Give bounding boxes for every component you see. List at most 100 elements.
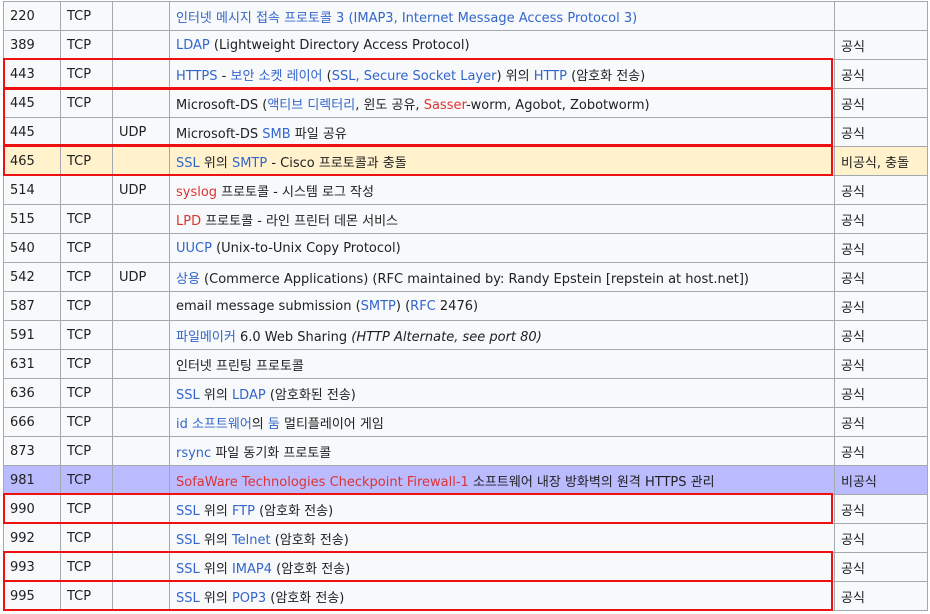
status-cell [834,1,928,31]
wiki-link[interactable]: HTTP [534,69,567,84]
port-cell: 591 [3,320,61,350]
description-text: Microsoft-DS ( [176,97,268,113]
udp-cell [112,233,170,263]
status-cell: 공식 [834,349,928,379]
tcp-cell: TCP [60,146,113,176]
table-row: 666 TCP id 소프트웨어의 둠 멀티플레이어 게임 공식 [3,407,928,437]
port-cell: 636 [3,378,61,408]
status-cell: 공식 [834,407,928,437]
wiki-link[interactable]: SMB [262,127,290,142]
description-cell: SSL 위의 LDAP (암호화된 전송) [169,378,835,408]
description-text: 프로토콜 - 라인 프린터 데몬 서비스 [201,213,399,229]
port-cell: 993 [3,552,61,582]
wiki-link[interactable]: 보안 소켓 레이어 [231,69,323,84]
tcp-cell: TCP [60,523,113,553]
status-cell: 공식 [834,581,928,611]
table-row: 993 TCP SSL 위의 IMAP4 (암호화 전송) 공식 [3,552,928,582]
description-cell: SSL 위의 FTP (암호화 전송) [169,494,835,524]
tcp-cell: TCP [60,465,113,495]
description-text: ) 위의 [496,68,534,84]
wiki-link[interactable]: IMAP4 [232,562,272,577]
udp-cell [112,465,170,495]
description-cell: LDAP (Lightweight Directory Access Proto… [169,30,835,60]
udp-cell [112,407,170,437]
table-row: 540 TCP UUCP (Unix-to-Unix Copy Protocol) 공… [3,233,928,263]
table-row: 443 TCP HTTPS - 보안 소켓 레이어 (SSL, Secure Soc… [3,59,928,89]
tcp-cell: TCP [60,291,113,321]
status-cell: 공식 [834,291,928,321]
description-cell: HTTPS - 보안 소켓 레이어 (SSL, Secure Socket La… [169,59,835,89]
description-text: (암호화 전송) [567,68,646,84]
description-cell: LPD 프로토콜 - 라인 프린터 데몬 서비스 [169,204,835,234]
wiki-link[interactable]: LPD [176,214,201,229]
wiki-link[interactable]: Sasser [424,98,466,113]
wiki-link[interactable]: SSL [176,388,200,403]
wiki-link[interactable]: syslog [176,185,217,200]
wiki-link[interactable]: Telnet [232,533,271,548]
description-text: email message submission ( [176,298,361,314]
description-text: , 윈도 공유, [355,97,424,113]
wiki-link[interactable]: UUCP [176,241,212,256]
description-text: - Cisco 프로토콜과 충돌 [267,155,407,171]
wiki-link[interactable]: HTTPS [176,69,218,84]
wiki-link[interactable]: SofaWare Technologies Checkpoint Firewal… [176,475,469,490]
description-cell: 파일메이커 6.0 Web Sharing (HTTP Alternate, s… [169,320,835,350]
description-text: (암호화 전송) [266,590,345,606]
port-cell: 666 [3,407,61,437]
description-text: 인터넷 프린팅 프로토콜 [176,358,304,374]
wiki-link[interactable]: rsync [176,446,211,461]
description-text: 파일 동기화 프로토콜 [211,445,332,461]
description-text: 의 [251,416,268,432]
wiki-link[interactable]: POP3 [232,591,266,606]
wiki-link[interactable]: SSL [176,591,200,606]
description-text: - [217,68,231,84]
udp-cell [112,88,170,118]
wiki-link[interactable]: SMTP [361,299,396,314]
status-cell: 공식 [834,59,928,89]
wiki-link[interactable]: SSL [176,156,200,171]
udp-cell: UDP [112,175,170,205]
status-cell: 공식 [834,117,928,147]
table-row: 515 TCP LPD 프로토콜 - 라인 프린터 데몬 서비스 공식 [3,204,928,234]
wiki-link[interactable]: SSL [176,533,200,548]
wiki-link[interactable]: 인터넷 메시지 접속 프로토콜 3 (IMAP3, Internet Messa… [176,11,637,26]
wiki-link[interactable]: LDAP [232,388,266,403]
udp-cell [112,523,170,553]
wiki-link[interactable]: SMTP [232,156,267,171]
wiki-link[interactable]: 둠 [268,417,280,432]
port-cell: 443 [3,59,61,89]
port-cell: 540 [3,233,61,263]
wiki-link[interactable]: RFC [410,299,436,314]
table-row: 992 TCP SSL 위의 Telnet (암호화 전송) 공식 [3,523,928,553]
status-cell: 공식 [834,175,928,205]
port-cell: 995 [3,581,61,611]
status-cell: 비공식, 충돌 [834,146,928,176]
description-text: 위의 [199,561,232,577]
status-cell: 공식 [834,494,928,524]
udp-cell [112,204,170,234]
wiki-link[interactable]: 액티브 디렉터리 [267,98,355,113]
table-row: 542 TCP UDP 상용 (Commerce Applications) (RFC… [3,262,928,292]
table-row: 445 UDP Microsoft-DS SMB 파일 공유 공식 [3,117,928,147]
wiki-link[interactable]: id 소프트웨어 [176,417,252,432]
description-text: (Commerce Applications) (RFC maintained … [199,271,749,287]
udp-cell: UDP [112,262,170,292]
port-cell: 981 [3,465,61,495]
description-cell: id 소프트웨어의 둠 멀티플레이어 게임 [169,407,835,437]
port-cell: 631 [3,349,61,379]
description-text: 위의 [199,532,232,548]
description-text: (암호화 전송) [270,532,349,548]
description-text: 멀티플레이어 게임 [279,416,384,432]
wiki-link[interactable]: SSL [176,504,200,519]
wiki-link[interactable]: SSL, Secure Socket Layer [332,69,497,84]
status-cell: 비공식 [834,465,928,495]
wiki-link[interactable]: LDAP [176,38,210,53]
tcp-cell: TCP [60,1,113,31]
tcp-cell: TCP [60,581,113,611]
wiki-link[interactable]: FTP [232,504,255,519]
wiki-link[interactable]: 파일메이커 [176,330,236,345]
wiki-link[interactable]: SSL [176,562,200,577]
wiki-link[interactable]: 상용 [176,272,200,287]
table-row: 220 TCP 인터넷 메시지 접속 프로토콜 3 (IMAP3, Internet… [3,1,928,31]
tcp-cell: TCP [60,233,113,263]
